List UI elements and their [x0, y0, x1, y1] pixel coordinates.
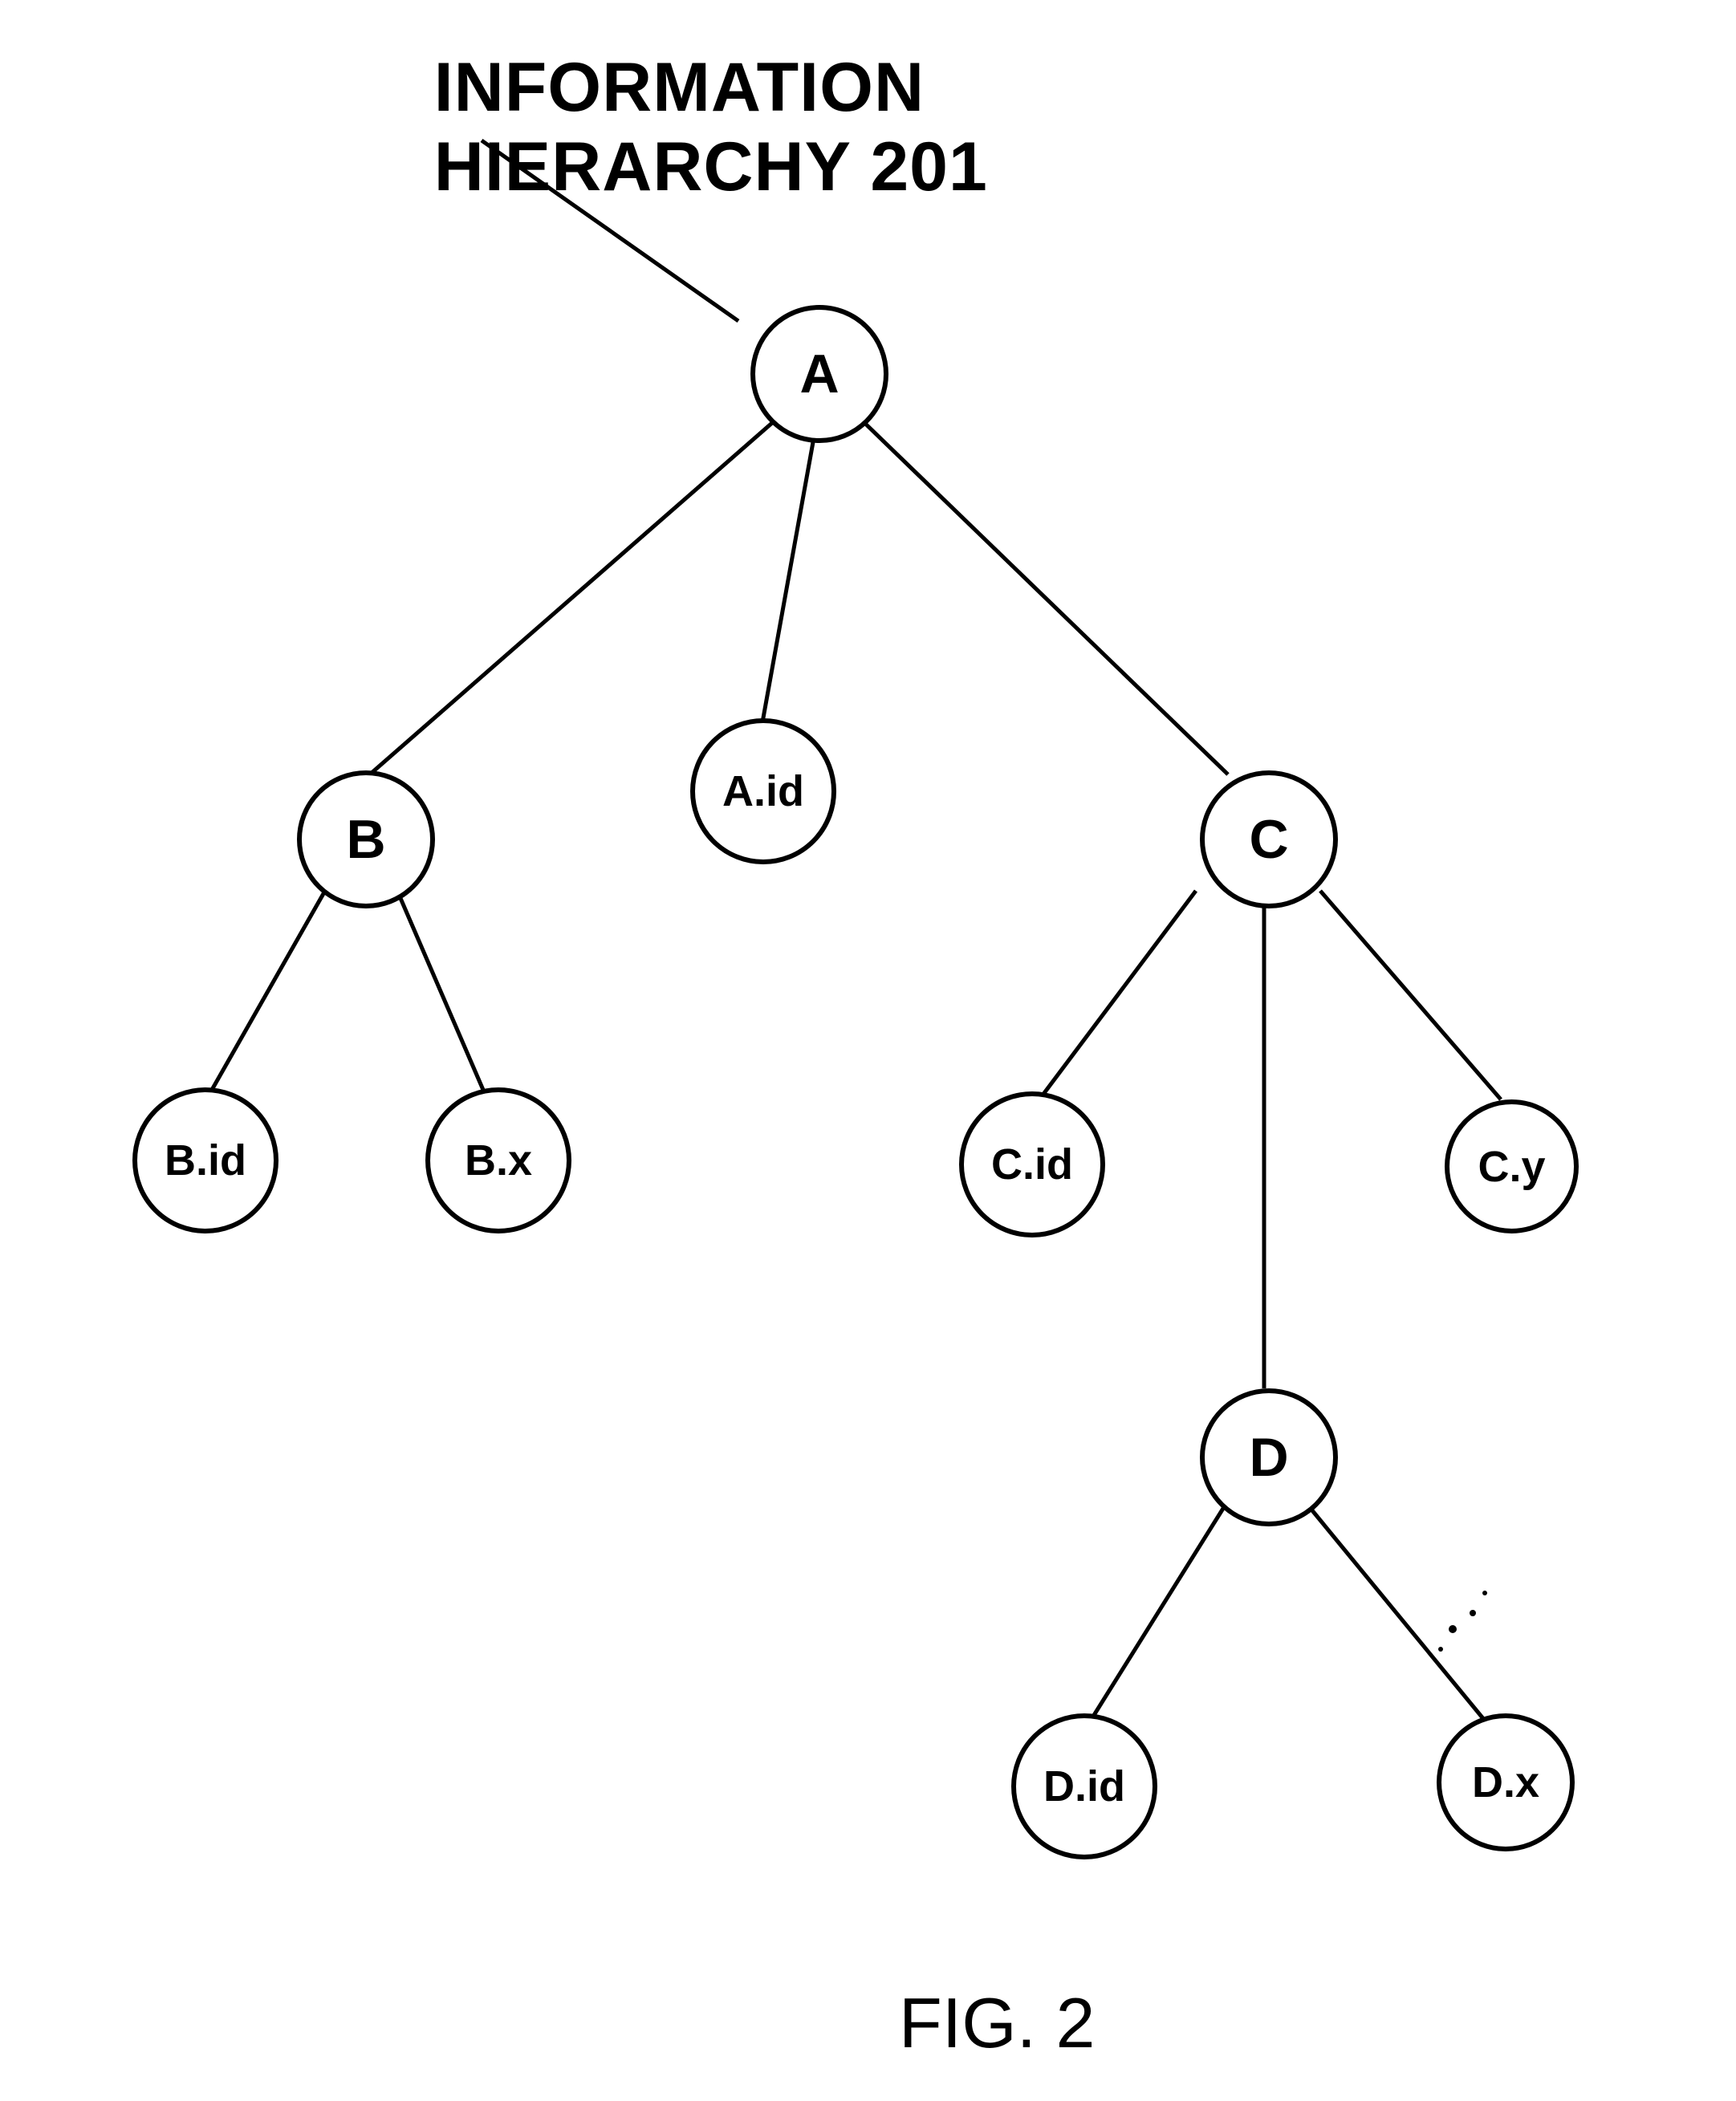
node-Bx: B.x	[425, 1087, 571, 1233]
edge-A-C	[859, 417, 1228, 774]
node-Did: D.id	[1011, 1713, 1157, 1859]
node-Bx-label: B.x	[465, 1136, 532, 1185]
node-Bid-label: B.id	[165, 1136, 246, 1185]
edge-B-Bx	[397, 891, 486, 1095]
node-Cy: C.y	[1445, 1099, 1579, 1233]
title-pointer	[482, 140, 738, 321]
node-Aid: A.id	[690, 718, 836, 864]
node-Aid-label: A.id	[722, 766, 804, 816]
node-B-label: B	[346, 808, 385, 871]
node-A: A	[750, 305, 888, 443]
edge-C-Cid	[1039, 891, 1196, 1099]
node-Dx-label: D.x	[1472, 1758, 1539, 1807]
edge-A-B	[365, 417, 779, 778]
edge-A-Aid	[762, 433, 815, 722]
node-Bid: B.id	[132, 1087, 278, 1233]
node-Did-label: D.id	[1043, 1762, 1125, 1811]
node-Cy-label: C.y	[1478, 1142, 1545, 1192]
node-A-label: A	[799, 343, 839, 405]
node-C: C	[1200, 770, 1338, 908]
node-B: B	[297, 770, 435, 908]
diagram-container: INFORMATION HIERARCHY 201 A B A.id C	[0, 0, 1736, 2101]
node-D: D	[1200, 1388, 1338, 1526]
node-Cid-label: C.id	[991, 1140, 1073, 1189]
edge-D-Dx	[1304, 1501, 1489, 1725]
edge-B-Bid	[209, 891, 325, 1095]
figure-label: FIG. 2	[899, 1982, 1096, 2064]
node-Cid: C.id	[959, 1091, 1105, 1237]
node-D-label: D	[1249, 1426, 1288, 1489]
node-Dx: D.x	[1437, 1713, 1575, 1851]
edge-D-Did	[1088, 1501, 1228, 1725]
edge-C-Cy	[1320, 891, 1501, 1099]
node-C-label: C	[1249, 808, 1288, 871]
